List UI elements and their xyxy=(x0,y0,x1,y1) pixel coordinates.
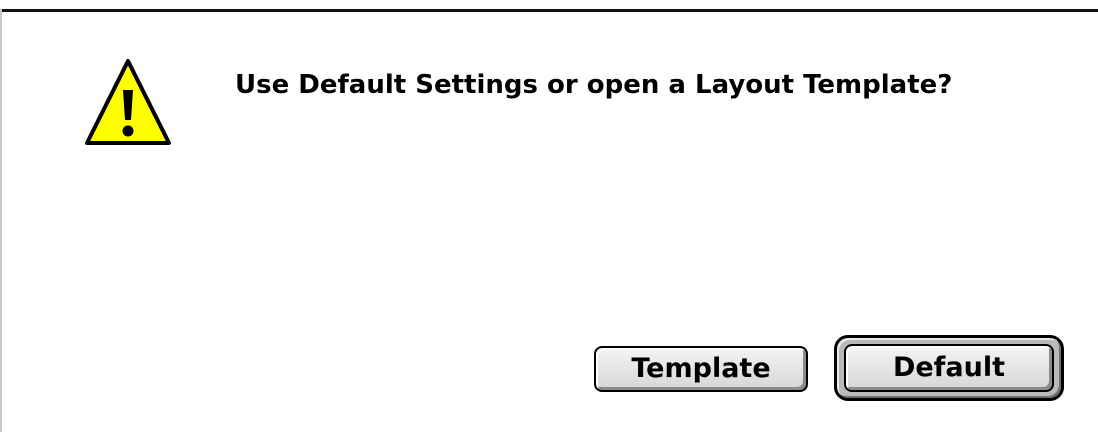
alert-dialog: Use Default Settings or open a Layout Te… xyxy=(0,0,1098,432)
dialog-left-border xyxy=(0,9,2,432)
default-button[interactable]: Default xyxy=(844,344,1054,392)
warning-icon xyxy=(83,57,173,149)
template-button[interactable]: Template xyxy=(594,346,808,392)
dialog-top-border xyxy=(0,9,1098,12)
dialog-message: Use Default Settings or open a Layout Te… xyxy=(235,70,953,100)
